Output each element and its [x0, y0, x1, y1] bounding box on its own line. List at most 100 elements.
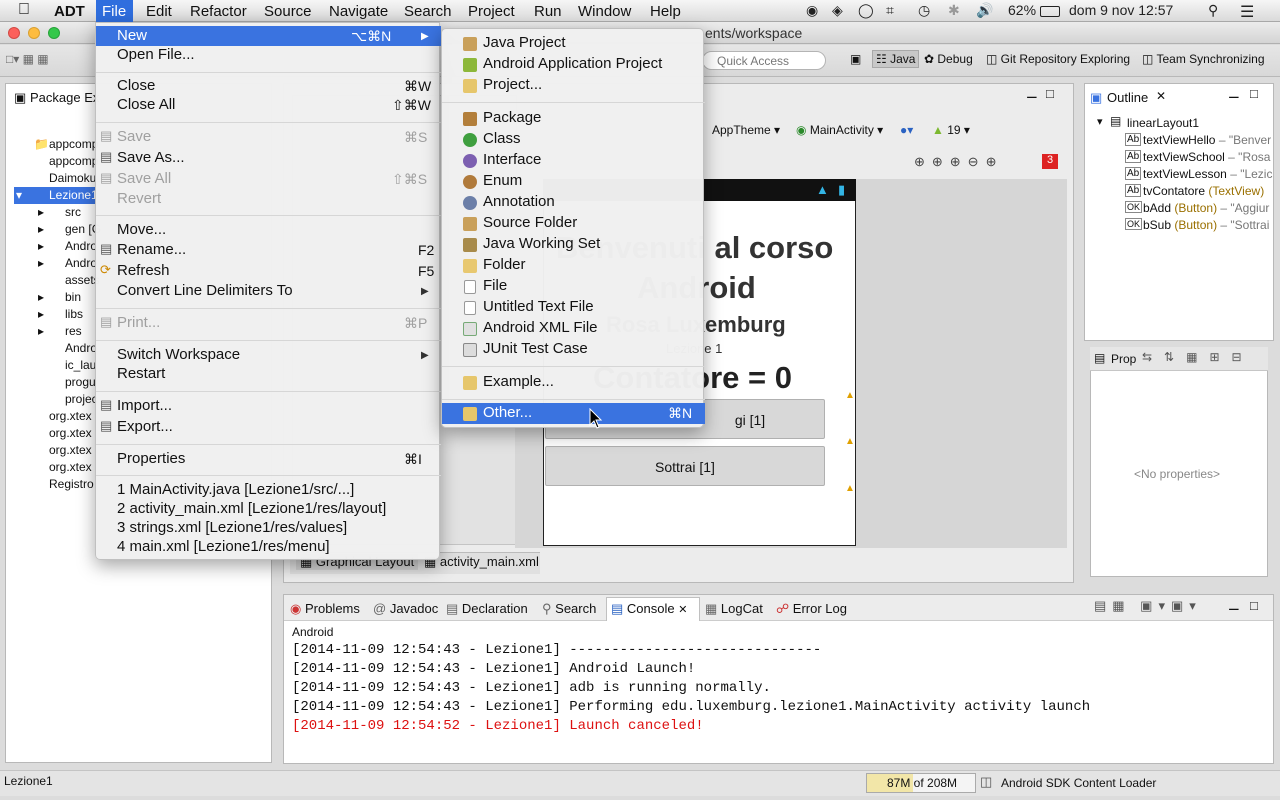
- new-untitled-text-file[interactable]: Untitled Text File: [483, 298, 594, 315]
- outline-item[interactable]: tvContatore (TextView): [1143, 184, 1264, 198]
- menu-project[interactable]: Project: [468, 3, 515, 20]
- tree-item[interactable]: progu: [65, 375, 96, 389]
- maximize-icon[interactable]: □: [1250, 598, 1258, 613]
- tree-item[interactable]: Registro: [49, 477, 94, 491]
- new-android-xml-file[interactable]: Android XML File: [483, 319, 598, 336]
- new-folder[interactable]: Folder: [483, 256, 526, 273]
- menu-navigate[interactable]: Navigate: [329, 3, 388, 20]
- menu-item-revert[interactable]: Revert: [117, 190, 161, 207]
- perspective-java[interactable]: ☷ Java: [872, 50, 920, 68]
- menu-help[interactable]: Help: [650, 3, 681, 20]
- menu-item-save[interactable]: Save: [117, 128, 151, 145]
- new-other[interactable]: Other... ⌘N: [442, 403, 705, 424]
- menu-item-recent-2[interactable]: 2 activity_main.xml [Lezione1/res/layout…: [117, 500, 386, 517]
- expand-arrow-icon[interactable]: ▾: [16, 188, 22, 202]
- minimize-icon[interactable]: ⚊: [1228, 598, 1240, 614]
- zoom-controls[interactable]: ⊕⊕⊕⊖⊕: [914, 154, 1003, 170]
- trash-icon[interactable]: ◫: [980, 774, 992, 790]
- console-toolbar-icons[interactable]: ▤▦ ▣▾▣▾: [1094, 598, 1202, 614]
- error-count-badge[interactable]: 3: [1042, 154, 1058, 169]
- new-example[interactable]: Example...: [483, 373, 554, 390]
- tab-logcat[interactable]: ▦ LogCat: [705, 601, 763, 617]
- outline-item[interactable]: textViewSchool – "Rosa: [1143, 150, 1270, 164]
- menu-edit[interactable]: Edit: [146, 3, 172, 20]
- outline-item[interactable]: textViewHello – "Benver: [1143, 133, 1271, 147]
- menu-item-recent-3[interactable]: 3 strings.xml [Lezione1/res/values]: [117, 519, 347, 536]
- menu-item-close[interactable]: Close: [117, 77, 155, 94]
- spotlight-icon[interactable]: ⚲: [1208, 2, 1218, 19]
- tree-item[interactable]: org.xtex: [49, 409, 92, 423]
- menu-item-refresh[interactable]: Refresh: [117, 262, 170, 279]
- tab-declaration[interactable]: ▤ Declaration: [446, 601, 528, 617]
- properties-tab[interactable]: Prop: [1111, 352, 1136, 366]
- tree-item[interactable]: Andro: [65, 256, 97, 270]
- new-project[interactable]: Project...: [483, 76, 542, 93]
- menu-item-rename[interactable]: Rename...: [117, 241, 186, 258]
- tab-javadoc[interactable]: @ Javadoc: [373, 601, 438, 616]
- new-android-application-project[interactable]: Android Application Project: [483, 55, 662, 72]
- menu-refactor[interactable]: Refactor: [190, 3, 247, 20]
- time-machine-icon[interactable]: ◷: [918, 2, 930, 19]
- activity-selector[interactable]: ◉ MainActivity ▾: [796, 123, 883, 137]
- menu-item-new[interactable]: New ⌥⌘N ▶: [96, 26, 441, 46]
- new-annotation[interactable]: Annotation: [483, 193, 555, 210]
- expand-arrow-icon[interactable]: ▸: [38, 205, 44, 219]
- outline-tab[interactable]: Outline: [1107, 90, 1148, 105]
- tab-error-log[interactable]: ☍ Error Log: [776, 601, 847, 617]
- menu-file[interactable]: File: [96, 0, 133, 22]
- record-icon[interactable]: ◉: [806, 2, 818, 19]
- new-enum[interactable]: Enum: [483, 172, 522, 189]
- new-package[interactable]: Package: [483, 109, 541, 126]
- menu-item-properties[interactable]: Properties: [117, 450, 185, 467]
- new-source-folder[interactable]: Source Folder: [483, 214, 577, 231]
- close-window-button[interactable]: [8, 27, 20, 39]
- new-java-project[interactable]: Java Project: [483, 34, 566, 51]
- expand-arrow-icon[interactable]: ▸: [38, 324, 44, 338]
- perspective-team-sync[interactable]: ◫ Team Synchronizing: [1142, 52, 1265, 66]
- new-java-working-set[interactable]: Java Working Set: [483, 235, 600, 252]
- tree-item[interactable]: org.xtex: [49, 426, 92, 440]
- wifi-icon[interactable]: ⌗: [886, 2, 894, 19]
- expand-arrow-icon[interactable]: ▸: [38, 307, 44, 321]
- tab-search[interactable]: ⚲ Search: [542, 601, 596, 617]
- device-sub-button[interactable]: Sottrai [1]: [545, 446, 825, 486]
- new-interface[interactable]: Interface: [483, 151, 541, 168]
- expand-arrow-icon[interactable]: ▾: [1097, 115, 1103, 128]
- outline-item[interactable]: textViewLesson – "Lezic: [1143, 167, 1272, 181]
- quick-access-input[interactable]: Quick Access: [702, 51, 826, 70]
- menu-item-restart[interactable]: Restart: [117, 365, 165, 382]
- tree-item[interactable]: org.xtex: [49, 443, 92, 457]
- menu-item-recent-1[interactable]: 1 MainActivity.java [Lezione1/src/...]: [117, 481, 354, 498]
- menu-item-save-all[interactable]: Save All: [117, 170, 171, 187]
- theme-selector[interactable]: AppTheme ▾: [712, 123, 780, 137]
- menu-search[interactable]: Search: [404, 3, 452, 20]
- app-menu[interactable]: ADT: [54, 3, 85, 20]
- menu-item-move[interactable]: Move...: [117, 221, 166, 238]
- maximize-icon[interactable]: □: [1250, 86, 1258, 101]
- volume-icon[interactable]: 🔊: [976, 2, 993, 19]
- tab-console[interactable]: ▤ Console ✕: [611, 601, 687, 617]
- tree-item[interactable]: src: [65, 205, 81, 219]
- menu-item-open-file[interactable]: Open File...: [117, 46, 195, 63]
- maximize-icon[interactable]: □: [1046, 86, 1054, 101]
- menu-item-recent-4[interactable]: 4 main.xml [Lezione1/res/menu]: [117, 538, 330, 555]
- new-junit-test-case[interactable]: JUnit Test Case: [483, 340, 588, 357]
- new-file[interactable]: File: [483, 277, 507, 294]
- tree-item[interactable]: bin: [65, 290, 81, 304]
- tab-problems[interactable]: ◉ Problems: [290, 601, 360, 617]
- clock[interactable]: dom 9 nov 12:57: [1069, 2, 1173, 18]
- properties-toolbar-icons[interactable]: ⇆⇅▦⊞⊟: [1142, 350, 1254, 364]
- new-class[interactable]: Class: [483, 130, 521, 147]
- package-explorer-tab[interactable]: Package Ex: [30, 90, 99, 105]
- menu-source[interactable]: Source: [264, 3, 312, 20]
- sync-icon[interactable]: ◯: [858, 2, 874, 19]
- evernote-icon[interactable]: ◈: [832, 2, 843, 19]
- tree-item[interactable]: appcomp: [49, 137, 98, 151]
- menu-item-close-all[interactable]: Close All: [117, 96, 175, 113]
- menu-window[interactable]: Window: [578, 3, 631, 20]
- minimize-icon[interactable]: ⚊: [1228, 86, 1240, 102]
- tree-item[interactable]: ic_lau: [65, 358, 96, 372]
- locale-selector[interactable]: ●▾: [900, 123, 913, 137]
- menu-item-export[interactable]: Export...: [117, 418, 173, 435]
- tree-item[interactable]: libs: [65, 307, 83, 321]
